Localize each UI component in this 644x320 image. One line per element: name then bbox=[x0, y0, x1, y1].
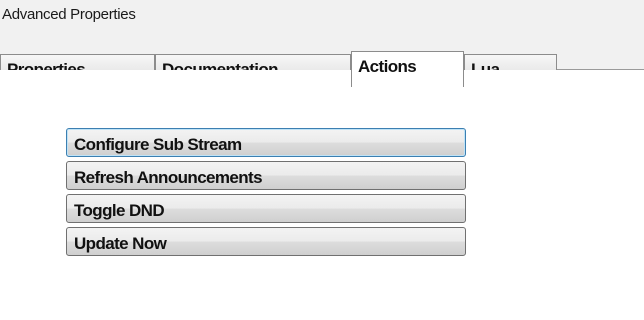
toggle-dnd-button[interactable]: Toggle DND bbox=[66, 194, 466, 223]
tab-actions[interactable]: Actions bbox=[351, 51, 464, 87]
panel-title: Advanced Properties bbox=[0, 0, 644, 38]
configure-sub-stream-button[interactable]: Configure Sub Stream bbox=[66, 128, 466, 157]
actions-tab-content: Configure Sub Stream Refresh Announcemen… bbox=[0, 70, 644, 320]
tab-strip: Properties Documentation Actions Lua bbox=[0, 38, 644, 87]
refresh-announcements-button[interactable]: Refresh Announcements bbox=[66, 161, 466, 190]
update-now-button[interactable]: Update Now bbox=[66, 227, 466, 256]
actions-list: Configure Sub Stream Refresh Announcemen… bbox=[66, 128, 466, 260]
